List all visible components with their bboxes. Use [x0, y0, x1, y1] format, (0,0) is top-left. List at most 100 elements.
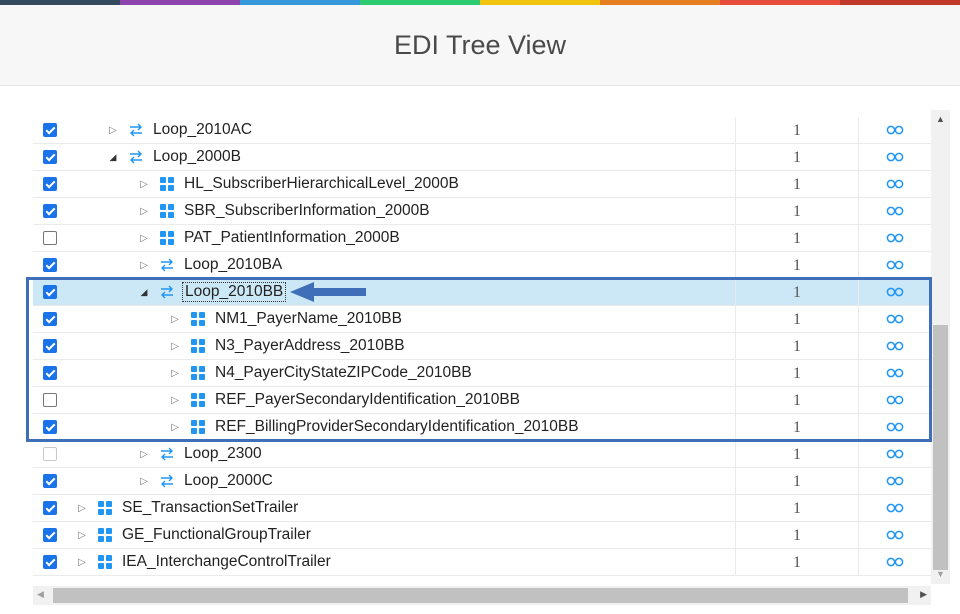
tree-node-label[interactable]: Loop_2300: [184, 445, 262, 463]
row-checkbox[interactable]: [43, 177, 57, 191]
row-checkbox[interactable]: [43, 555, 57, 569]
scroll-up-arrow-icon[interactable]: ▲: [931, 114, 950, 124]
infinity-link-icon[interactable]: [859, 360, 931, 386]
tree-row[interactable]: ▷ REF_PayerSecondaryIdentification_2010BB…: [33, 387, 931, 414]
tree-node-label[interactable]: REF_BillingProviderSecondaryIdentificati…: [215, 418, 579, 436]
scroll-down-arrow-icon[interactable]: ▼: [931, 569, 950, 579]
occurrence-count: 1: [793, 203, 801, 220]
row-checkbox[interactable]: [43, 123, 57, 137]
row-checkbox[interactable]: [43, 474, 57, 488]
row-checkbox[interactable]: [43, 420, 57, 434]
infinity-link-icon[interactable]: [859, 198, 931, 224]
tree-row[interactable]: ▷ N3_PayerAddress_2010BB 1: [33, 333, 931, 360]
collapse-arrow-icon[interactable]: ◢: [106, 152, 120, 163]
vertical-scrollbar-thumb[interactable]: [933, 325, 948, 570]
row-checkbox-cell: [33, 117, 67, 143]
tree-node-label[interactable]: GE_FunctionalGroupTrailer: [122, 526, 311, 544]
row-checkbox[interactable]: [43, 204, 57, 218]
vertical-scrollbar[interactable]: ▲ ▼: [931, 110, 950, 584]
infinity-link-icon[interactable]: [859, 306, 931, 332]
tree-node-label[interactable]: SBR_SubscriberInformation_2000B: [184, 202, 430, 220]
infinity-link-icon[interactable]: [859, 117, 931, 143]
row-checkbox[interactable]: [43, 150, 57, 164]
tree-node-label[interactable]: Loop_2000B: [153, 148, 241, 166]
tree-node-label[interactable]: HL_SubscriberHierarchicalLevel_2000B: [184, 175, 459, 193]
tree-row[interactable]: ◢ Loop_2010BB 1: [33, 279, 931, 306]
expand-arrow-icon[interactable]: ▷: [137, 206, 151, 217]
tree-node: ▷ SBR_SubscriberInformation_2000B: [137, 198, 430, 224]
infinity-link-icon[interactable]: [859, 225, 931, 251]
row-checkbox[interactable]: [43, 258, 57, 272]
tree-node-label[interactable]: N3_PayerAddress_2010BB: [215, 337, 405, 355]
infinity-link-icon[interactable]: [859, 414, 931, 440]
tree-row[interactable]: ▷ HL_SubscriberHierarchicalLevel_2000B 1: [33, 171, 931, 198]
tree-node: ▷ REF_BillingProviderSecondaryIdentificat…: [168, 414, 579, 440]
tree-row[interactable]: ▷ Loop_2010BA 1: [33, 252, 931, 279]
infinity-link-icon[interactable]: [859, 549, 931, 575]
tree-node-label[interactable]: Loop_2010BB: [182, 282, 287, 302]
tree-row[interactable]: ▷ REF_BillingProviderSecondaryIdentificat…: [33, 414, 931, 441]
expand-arrow-icon[interactable]: ▷: [137, 476, 151, 487]
infinity-link-icon[interactable]: [859, 522, 931, 548]
row-checkbox[interactable]: [43, 366, 57, 380]
tree-row[interactable]: ◢ Loop_2000B 1: [33, 144, 931, 171]
expand-arrow-icon[interactable]: ▷: [168, 341, 182, 352]
tree-node-label[interactable]: IEA_InterchangeControlTrailer: [122, 553, 331, 571]
tree-node-label[interactable]: PAT_PatientInformation_2000B: [184, 229, 400, 247]
tree-node-label[interactable]: Loop_2010AC: [153, 121, 252, 139]
row-checkbox[interactable]: [43, 393, 57, 407]
tree-node: ▷ NM1_PayerName_2010BB: [168, 306, 402, 332]
tree-row[interactable]: ▷ N4_PayerCityStateZIPCode_2010BB 1: [33, 360, 931, 387]
infinity-link-icon[interactable]: [859, 171, 931, 197]
expand-arrow-icon[interactable]: ▷: [106, 125, 120, 136]
expand-arrow-icon[interactable]: ▷: [137, 449, 151, 460]
scroll-left-arrow-icon[interactable]: ◀: [37, 589, 44, 600]
expand-arrow-icon[interactable]: ▷: [137, 260, 151, 271]
scroll-right-arrow-icon[interactable]: ▶: [920, 589, 927, 600]
infinity-link-icon[interactable]: [859, 144, 931, 170]
tree-node-label[interactable]: NM1_PayerName_2010BB: [215, 310, 402, 328]
expand-arrow-icon[interactable]: ▷: [168, 422, 182, 433]
tree-row[interactable]: ▷ SE_TransactionSetTrailer 1: [33, 495, 931, 522]
tree-row[interactable]: ▷ GE_FunctionalGroupTrailer 1: [33, 522, 931, 549]
occurrence-count: 1: [793, 500, 801, 517]
row-checkbox[interactable]: [43, 231, 57, 245]
expand-arrow-icon[interactable]: ▷: [75, 557, 89, 568]
expand-arrow-icon[interactable]: ▷: [137, 179, 151, 190]
tree-row[interactable]: ▷ NM1_PayerName_2010BB 1: [33, 306, 931, 333]
expand-arrow-icon[interactable]: ▷: [168, 314, 182, 325]
tree-node-label[interactable]: Loop_2010BA: [184, 256, 282, 274]
row-checkbox[interactable]: [43, 339, 57, 353]
infinity-link-icon[interactable]: [859, 468, 931, 494]
horizontal-scrollbar-thumb[interactable]: [53, 588, 908, 603]
tree-node-label[interactable]: Loop_2000C: [184, 472, 273, 490]
infinity-link-icon[interactable]: [859, 333, 931, 359]
tree-node-label[interactable]: SE_TransactionSetTrailer: [122, 499, 298, 517]
row-checkbox[interactable]: [43, 447, 57, 461]
row-checkbox[interactable]: [43, 501, 57, 515]
row-checkbox[interactable]: [43, 285, 57, 299]
tree-node-label[interactable]: REF_PayerSecondaryIdentification_2010BB: [215, 391, 520, 409]
tree-node-label[interactable]: N4_PayerCityStateZIPCode_2010BB: [215, 364, 472, 382]
infinity-link-icon[interactable]: [859, 387, 931, 413]
row-checkbox[interactable]: [43, 528, 57, 542]
tree-row[interactable]: ▷ IEA_InterchangeControlTrailer 1: [33, 549, 931, 576]
infinity-link-icon[interactable]: [859, 279, 931, 305]
collapse-arrow-icon[interactable]: ◢: [137, 287, 151, 298]
tree-row[interactable]: ▷ Loop_2300 1: [33, 441, 931, 468]
row-checkbox[interactable]: [43, 312, 57, 326]
expand-arrow-icon[interactable]: ▷: [75, 530, 89, 541]
infinity-link-icon[interactable]: [859, 495, 931, 521]
tree-row[interactable]: ▷ SBR_SubscriberInformation_2000B 1: [33, 198, 931, 225]
tree-row[interactable]: ▷ PAT_PatientInformation_2000B 1: [33, 225, 931, 252]
expand-arrow-icon[interactable]: ▷: [137, 233, 151, 244]
expand-arrow-icon[interactable]: ▷: [168, 368, 182, 379]
expand-arrow-icon[interactable]: ▷: [75, 503, 89, 514]
expand-arrow-icon[interactable]: ▷: [168, 395, 182, 406]
occurrence-count: 1: [793, 230, 801, 247]
horizontal-scrollbar[interactable]: ◀ ▶: [33, 586, 931, 605]
infinity-link-icon[interactable]: [859, 441, 931, 467]
tree-row[interactable]: ▷ Loop_2010AC 1: [33, 117, 931, 144]
infinity-link-icon[interactable]: [859, 252, 931, 278]
tree-row[interactable]: ▷ Loop_2000C 1: [33, 468, 931, 495]
